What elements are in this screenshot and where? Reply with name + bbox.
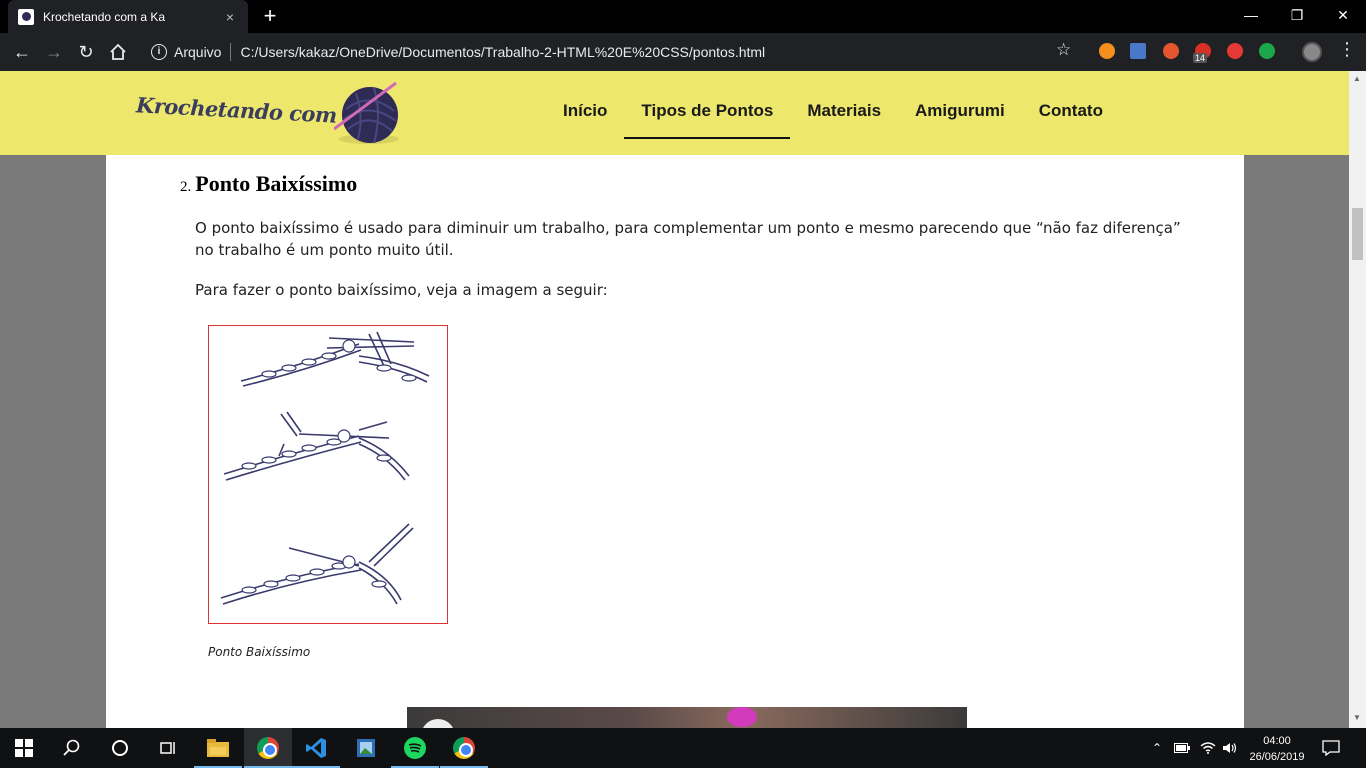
spotify-icon[interactable]: [391, 728, 439, 768]
extension-youtube-icon[interactable]: [1227, 43, 1243, 59]
nav-link-tipos-de-pontos[interactable]: Tipos de Pontos: [624, 89, 791, 139]
page-viewport: Krochetando com a Ka Início Tipos de Pon…: [0, 71, 1349, 728]
close-window-button[interactable]: ✕: [1320, 0, 1366, 33]
extension-badge-count: 14: [1193, 53, 1208, 63]
intro-paragraph: O ponto baixíssimo é usado para diminuir…: [195, 219, 1181, 259]
site-favicon-icon: [18, 8, 34, 25]
scroll-down-icon[interactable]: ▼: [1353, 713, 1361, 722]
crochet-chain-drawing: [220, 331, 430, 605]
channel-avatar-icon[interactable]: [421, 719, 455, 728]
browser-menu-icon[interactable]: ⋮: [1338, 40, 1356, 58]
show-hidden-icons-icon[interactable]: ⌃: [1152, 728, 1162, 768]
tab-title: Krochetando com a Ka: [43, 9, 166, 24]
site-header: Krochetando com a Ka Início Tipos de Pon…: [0, 71, 1349, 155]
yarn-ball-logo-icon: [334, 81, 399, 144]
notifications-icon[interactable]: [1322, 728, 1340, 768]
extension-badge-icon[interactable]: 14: [1193, 43, 1211, 63]
nav-link-amigurumi[interactable]: Amigurumi: [898, 89, 1022, 139]
vscode-icon[interactable]: [292, 728, 340, 768]
chrome-second-window[interactable]: [440, 728, 488, 768]
windows-taskbar: ⌃: [0, 728, 1366, 768]
nav-link-inicio[interactable]: Início: [546, 89, 624, 139]
figure-caption: Ponto Baixíssimo: [208, 645, 311, 659]
cortana-icon[interactable]: [96, 728, 144, 768]
forward-arrow-icon[interactable]: →: [42, 40, 66, 64]
taskbar-chrome-active[interactable]: [244, 728, 292, 768]
stitch-illustration: [208, 325, 448, 624]
instruction-paragraph: Para fazer o ponto baixíssimo, veja a im…: [195, 281, 608, 299]
new-tab-button[interactable]: +: [258, 4, 282, 28]
scrollbar-thumb[interactable]: [1352, 208, 1363, 260]
task-view-icon[interactable]: [144, 728, 192, 768]
main-content: 2. Ponto Baixíssimo O ponto baixíssimo é…: [106, 155, 1244, 728]
extension-translate-icon[interactable]: [1130, 43, 1146, 59]
tab-strip: Krochetando com a Ka × + — ❐ ✕: [0, 0, 1366, 33]
scroll-up-icon[interactable]: ▲: [1353, 74, 1361, 83]
page-scrollbar[interactable]: ▲ ▼: [1349, 71, 1366, 728]
volume-icon[interactable]: [1222, 728, 1238, 768]
extension-chat-icon[interactable]: [1259, 43, 1275, 59]
image-viewer-icon[interactable]: [342, 728, 390, 768]
extension-play-icon[interactable]: [1099, 43, 1115, 59]
embedded-video[interactable]: [407, 707, 967, 728]
file-explorer-icon[interactable]: [194, 728, 242, 768]
battery-icon[interactable]: [1174, 728, 1190, 768]
main-nav: Início Tipos de Pontos Materiais Amiguru…: [546, 89, 1120, 139]
back-arrow-icon[interactable]: ←: [10, 40, 34, 64]
restore-button[interactable]: ❐: [1274, 0, 1320, 33]
address-url[interactable]: C:/Users/kakaz/OneDrive/Documentos/Traba…: [240, 44, 765, 60]
info-icon[interactable]: i: [151, 44, 167, 60]
nav-link-materiais[interactable]: Materiais: [790, 89, 898, 139]
search-icon[interactable]: [48, 728, 96, 768]
minimize-button[interactable]: —: [1228, 0, 1274, 33]
browser-tab[interactable]: Krochetando com a Ka ×: [8, 0, 248, 33]
address-bar[interactable]: i Arquivo C:/Users/kakaz/OneDrive/Docume…: [142, 37, 1086, 67]
clock-time: 04:00: [1263, 735, 1291, 747]
wifi-icon[interactable]: [1200, 728, 1216, 768]
close-tab-icon[interactable]: ×: [222, 9, 238, 25]
browser-toolbar: ← → ↻ i Arquivo C:/Users/kakaz/OneDrive/…: [0, 33, 1366, 71]
section-heading: Ponto Baixíssimo: [195, 171, 358, 196]
chrome-icon: [453, 737, 475, 759]
address-divider: [230, 43, 232, 61]
address-prefix: Arquivo: [174, 44, 222, 60]
profile-avatar[interactable]: [1302, 42, 1322, 62]
list-number: 2.: [180, 179, 192, 195]
chrome-icon: [257, 737, 279, 759]
section-heading-row: 2. Ponto Baixíssimo: [180, 171, 357, 197]
system-clock[interactable]: 04:00 26/06/2019: [1248, 733, 1306, 765]
video-thumbnail-detail: [727, 707, 757, 727]
home-icon[interactable]: [106, 40, 130, 64]
clock-date: 26/06/2019: [1249, 751, 1305, 763]
extension-fire-icon[interactable]: [1163, 43, 1179, 59]
windows-start-icon[interactable]: [0, 728, 48, 768]
reload-icon[interactable]: ↻: [74, 40, 98, 64]
nav-link-contato[interactable]: Contato: [1022, 89, 1120, 139]
bookmark-star-icon[interactable]: ☆: [1056, 40, 1071, 60]
